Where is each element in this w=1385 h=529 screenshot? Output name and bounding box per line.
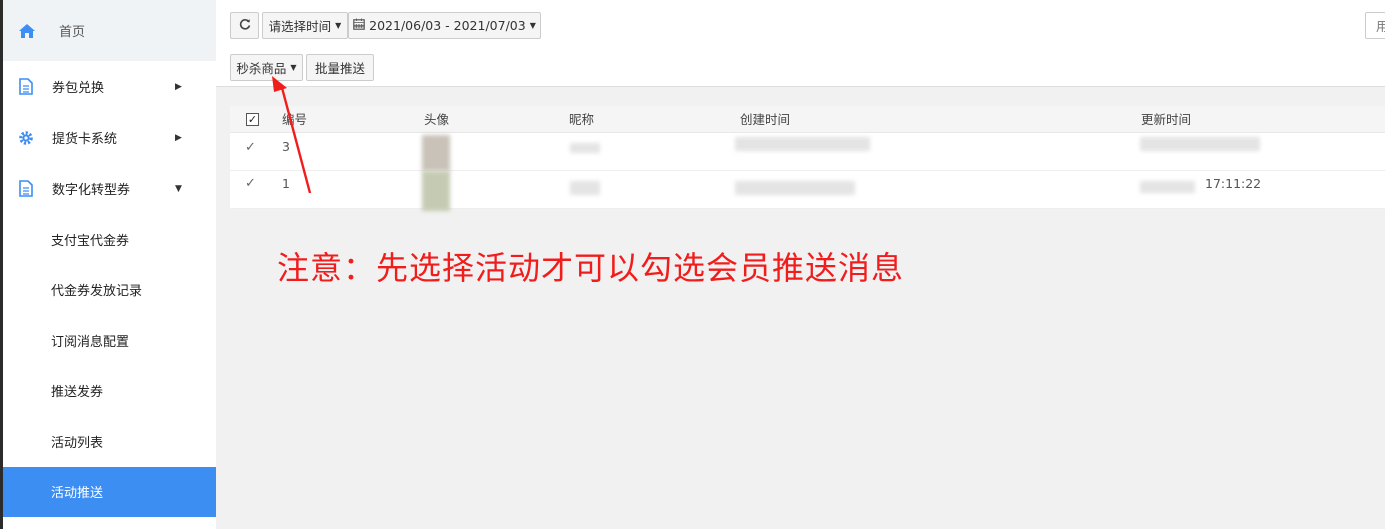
table-header: ✓ 编号 头像 昵称 创建时间 更新时间 <box>230 106 1385 133</box>
date-range-picker[interactable]: 2021/06/03 - 2021/07/03 ▼ <box>348 12 541 39</box>
updated-time-redacted <box>1140 137 1260 151</box>
column-toggle-label: 用 <box>1376 19 1385 34</box>
caret-down-icon: ▼ <box>175 183 182 194</box>
member-table: ✓ 编号 头像 昵称 创建时间 更新时间 ✓ 3 ✓ 1 17:11:22 <box>230 106 1385 211</box>
avatar <box>422 171 450 211</box>
sidebar-item-label: 券包兑换 <box>52 81 105 96</box>
time-select-label: 请选择时间 <box>268 19 332 34</box>
row-update-time: 17:11:22 <box>1205 176 1262 191</box>
sidebar-item-label: 数字化转型券 <box>52 183 131 198</box>
sidebar-item-pickup-card[interactable]: 提货卡系统 ▶ <box>3 112 216 163</box>
sidebar-item-digital-coupon[interactable]: 数字化转型券 ▼ <box>3 163 216 214</box>
caret-down-icon: ▼ <box>529 21 536 30</box>
row-id: 3 <box>282 139 290 154</box>
sidebar-item-home[interactable]: 首页 <box>3 0 216 61</box>
calendar-icon <box>353 18 365 33</box>
column-toggle-button[interactable]: 用 <box>1365 12 1385 39</box>
document-icon <box>17 78 35 96</box>
batch-push-button[interactable]: 批量推送 <box>306 54 374 81</box>
sidebar-subitem-alipay-coupon[interactable]: 支付宝代金券 <box>3 214 216 265</box>
updated-time-redacted <box>1140 181 1195 193</box>
date-range-value: 2021/06/03 - 2021/07/03 <box>369 18 526 33</box>
sidebar: 首页 券包兑换 ▶ 提货卡系统 ▶ 数字化转型券 ▼ 支付宝代金券 代金券发放记… <box>0 0 216 529</box>
nickname-redacted <box>570 181 600 195</box>
avatar <box>422 135 450 171</box>
caret-down-icon: ▼ <box>290 63 297 72</box>
refresh-button[interactable] <box>230 12 259 39</box>
gear-icon <box>17 129 35 147</box>
toolbar: 请选择时间 ▼ 2021/06/03 - 2021/07/03 ▼ 用 秒杀商品 ▼ … <box>216 0 1385 87</box>
sidebar-subitem-coupon-records[interactable]: 代金券发放记录 <box>3 265 216 316</box>
main-content: 请选择时间 ▼ 2021/06/03 - 2021/07/03 ▼ 用 秒杀商品 ▼ … <box>216 0 1385 529</box>
column-header-avatar: 头像 <box>424 112 450 127</box>
caret-right-icon: ▶ <box>175 132 182 143</box>
select-all-checkbox[interactable]: ✓ <box>246 113 259 126</box>
sidebar-subitem-activity-list[interactable]: 活动列表 <box>3 416 216 467</box>
sidebar-subitem-activity-push[interactable]: 活动推送 <box>3 466 216 517</box>
row-id: 1 <box>282 176 290 191</box>
row-checkbox[interactable]: ✓ <box>245 177 258 190</box>
nickname-redacted <box>570 143 600 153</box>
annotation-notice: 注意：先选择活动才可以勾选会员推送消息 <box>277 249 905 287</box>
sidebar-item-label: 首页 <box>59 25 86 40</box>
table-row[interactable]: ✓ 1 17:11:22 <box>230 171 1385 211</box>
batch-push-label: 批量推送 <box>314 61 365 76</box>
home-icon <box>19 23 35 38</box>
activity-select-dropdown[interactable]: 秒杀商品 ▼ <box>230 54 303 81</box>
refresh-icon <box>239 18 251 33</box>
created-time-redacted <box>735 181 855 195</box>
column-header-updated: 更新时间 <box>1141 112 1192 127</box>
sidebar-subitem-subscription-config[interactable]: 订阅消息配置 <box>3 315 216 366</box>
column-header-created: 创建时间 <box>740 112 791 127</box>
row-checkbox[interactable]: ✓ <box>245 141 258 154</box>
sidebar-item-label: 提货卡系统 <box>52 132 118 147</box>
time-select-dropdown[interactable]: 请选择时间 ▼ <box>262 12 348 39</box>
document-icon <box>17 180 35 198</box>
sidebar-item-coupon-exchange[interactable]: 券包兑换 ▶ <box>3 61 216 112</box>
sidebar-subitem-push-coupon[interactable]: 推送发券 <box>3 366 216 417</box>
activity-select-label: 秒杀商品 <box>236 61 287 76</box>
caret-right-icon: ▶ <box>175 81 182 92</box>
column-header-nickname: 昵称 <box>569 112 595 127</box>
created-time-redacted <box>735 137 870 151</box>
caret-down-icon: ▼ <box>335 21 342 30</box>
